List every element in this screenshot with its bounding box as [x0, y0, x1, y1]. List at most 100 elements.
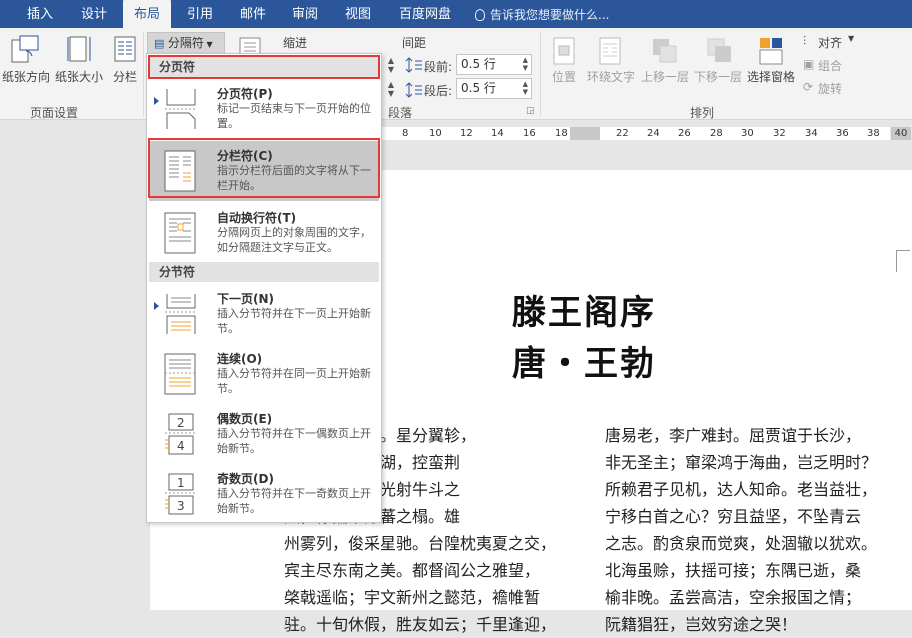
align-button[interactable]: 对齐	[818, 34, 842, 51]
breaks-button[interactable]: ▤ 分隔符 ▼	[147, 32, 225, 54]
menu-item-title: 连续(O)	[217, 352, 263, 366]
menu-item-title: 分页符(P)	[217, 87, 273, 101]
ruler-label: 12	[460, 128, 473, 139]
page-break-icon	[165, 89, 197, 129]
breaks-icon: ▤	[154, 37, 168, 50]
column-gap-marker[interactable]	[570, 127, 600, 140]
ruler-label: 32	[773, 128, 786, 139]
lightbulb-icon	[475, 9, 485, 21]
menu-item-description: 插入分节符并在下一偶数页上开始新节。	[217, 427, 371, 455]
margin-corner-mark	[896, 250, 910, 272]
menu-item-title: 奇数页(D)	[217, 472, 274, 486]
ruler-label: 40	[891, 127, 911, 140]
menu-item-description: 标记一页结束与下一页开始的位置。	[217, 102, 371, 130]
odd-page-break-icon: 1 3	[165, 473, 197, 515]
menu-item-title: 下一页(N)	[217, 292, 275, 306]
columns-icon	[114, 36, 136, 62]
ruler-label: 18	[555, 128, 568, 139]
highlight-box-column-break	[148, 138, 380, 198]
spinner-arrows[interactable]: ▲ ▼	[523, 56, 528, 72]
send-backward-button[interactable]: 下移一层	[694, 68, 742, 85]
rotate-icon: ⟳	[803, 80, 814, 94]
next-page-break-icon	[165, 294, 197, 334]
ruler-label: 36	[836, 128, 849, 139]
svg-text:2: 2	[177, 416, 185, 430]
menu-item-description: 插入分节符并在下一奇数页上开始新节。	[217, 487, 371, 515]
section-breaks-header: 分节符	[149, 262, 379, 282]
tab-layout[interactable]: 布局	[123, 0, 171, 28]
indent-spinner-arrows[interactable]: ▲ ▼	[381, 56, 401, 74]
space-before-input[interactable]: 0.5 行 ▲ ▼	[456, 54, 532, 75]
position-icon	[553, 37, 575, 65]
tab-baidu-netdisk[interactable]: 百度网盘	[390, 0, 460, 28]
menu-item-description: 插入分节符并在同一页上开始新节。	[217, 367, 371, 395]
text-line: 北海虽赊，扶摇可接；东隅已逝，桑	[605, 561, 862, 580]
spacing-label: 间距	[402, 36, 427, 50]
pointer-arrow-icon	[154, 97, 159, 105]
ruler-label: 38	[867, 128, 880, 139]
bring-forward-icon	[653, 39, 677, 63]
menu-item-next-page[interactable]: 下一页(N) 插入分节符并在下一页上开始新节。	[149, 284, 379, 344]
text-line: 之志。酌贪泉而觉爽，处涸辙以犹欢。	[605, 534, 878, 553]
menu-item-description: 分隔网页上的对象周围的文字，如分隔题注文字与正文。	[217, 226, 371, 254]
breaks-dropdown-menu: 分页符 分页符(P) 标记一页结束与下一页开始的位置。 分栏符(C) 指示分栏符…	[146, 53, 382, 523]
tab-design[interactable]: 设计	[72, 0, 116, 28]
ribbon-layout: 纸张方向 纸张大小 分栏 页面设置 缩进 间距 ▲ ▼ ▲ ▼ 段前: 0.5 行 ▲…	[0, 28, 912, 120]
page-size-icon	[67, 36, 91, 62]
svg-text:3: 3	[177, 499, 185, 513]
tab-review[interactable]: 审阅	[283, 0, 327, 28]
columns-button[interactable]: 分栏	[113, 68, 137, 85]
menu-item-even-page[interactable]: 2 4 偶数页(E) 插入分节符并在下一偶数页上开始新节。	[149, 404, 379, 464]
page-setup-group-label: 页面设置	[30, 106, 79, 120]
send-backward-icon	[707, 38, 731, 62]
ruler-label: 26	[678, 128, 691, 139]
space-after-value: 0.5 行	[461, 81, 496, 95]
bring-forward-button[interactable]: 上移一层	[641, 68, 689, 85]
space-after-label: 段后:	[424, 84, 453, 98]
tab-mailings[interactable]: 邮件	[231, 0, 275, 28]
paragraph-dialog-launcher-icon[interactable]: ◲	[526, 106, 535, 116]
right-text-column: 唐易老，李广难封。屈贾谊于长沙， 非无圣主；窜梁鸿于海曲，岂乏明时？ 所赖君子见…	[605, 422, 877, 638]
menu-item-odd-page[interactable]: 1 3 奇数页(D) 插入分节符并在下一奇数页上开始新节。	[149, 464, 379, 524]
orientation-button[interactable]: 纸张方向	[2, 68, 50, 85]
menu-item-title: 自动换行符(T)	[217, 211, 297, 225]
selection-pane-icon	[759, 38, 783, 65]
menu-item-title: 偶数页(E)	[217, 412, 273, 426]
tab-view[interactable]: 视图	[336, 0, 380, 28]
menu-item-text-wrapping-break[interactable]: 自动换行符(T) 分隔网页上的对象周围的文字，如分隔题注文字与正文。	[149, 203, 379, 263]
ribbon-tab-bar: 插入 设计 布局 引用 邮件 审阅 视图 百度网盘 告诉我您想要做什么...	[0, 0, 912, 28]
tab-insert[interactable]: 插入	[18, 0, 62, 28]
svg-text:4: 4	[177, 439, 185, 453]
group-button[interactable]: 组合	[818, 57, 842, 74]
space-after-input[interactable]: 0.5 行 ▲ ▼	[456, 78, 532, 99]
ruler-label: 8	[402, 128, 409, 139]
ribbon-separator	[540, 32, 541, 116]
menu-item-page-break[interactable]: 分页符(P) 标记一页结束与下一页开始的位置。	[149, 79, 379, 139]
ruler-label: 22	[616, 128, 629, 139]
menu-item-continuous[interactable]: 连续(O) 插入分节符并在同一页上开始新节。	[149, 344, 379, 404]
page-size-button[interactable]: 纸张大小	[55, 68, 103, 85]
rotate-button[interactable]: 旋转	[818, 80, 842, 97]
orientation-icon	[11, 35, 39, 63]
ruler-label: 14	[491, 128, 504, 139]
tell-me-search[interactable]: 告诉我您想要做什么...	[475, 0, 609, 28]
ruler-label: 10	[429, 128, 442, 139]
ruler-label: 16	[523, 128, 536, 139]
indent-spinner-arrows-2[interactable]: ▲ ▼	[381, 80, 401, 98]
pointer-arrow-icon	[154, 302, 159, 310]
spinner-arrows[interactable]: ▲ ▼	[523, 80, 528, 96]
ruler-label: 28	[710, 128, 723, 139]
text-line: 棨戟遥临；宇文新州之懿范，襜帷暂	[284, 588, 541, 607]
selection-pane-button[interactable]: 选择窗格	[747, 68, 795, 85]
align-icon: ⫶	[803, 34, 807, 48]
wrap-text-button[interactable]: 环绕文字	[587, 68, 635, 85]
text-line: 非无圣主；窜梁鸿于海曲，岂乏明时？	[605, 453, 878, 472]
text-line: 阮籍猖狂，岂效穷途之哭！	[605, 615, 798, 634]
text-wrapping-break-icon	[164, 212, 196, 254]
text-line: 唐易老，李广难封。屈贾谊于长沙，	[605, 426, 862, 445]
paragraph-group-label: 段落	[388, 106, 413, 120]
align-chevron-down-icon: ▼	[848, 34, 855, 43]
tab-references[interactable]: 引用	[178, 0, 222, 28]
highlight-box-page-breaks-header	[148, 55, 380, 79]
position-button[interactable]: 位置	[552, 68, 576, 85]
